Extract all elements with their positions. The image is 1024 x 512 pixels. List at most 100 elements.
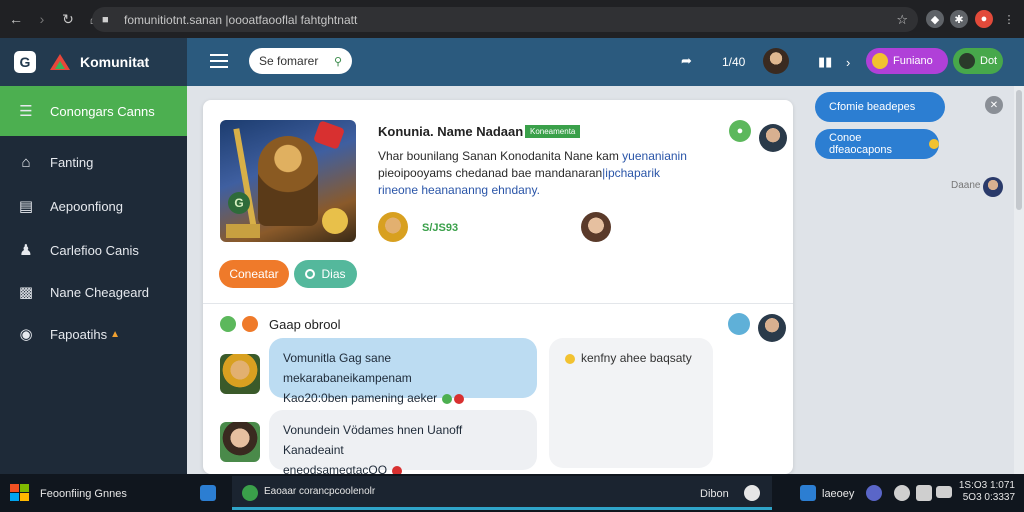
right-pill-button-1[interactable]: Cfomie beadepes <box>815 92 945 122</box>
user-avatar[interactable] <box>763 48 789 74</box>
document-icon: ▤ <box>18 198 34 215</box>
author-avatar[interactable] <box>378 212 408 242</box>
taskbar-app-label[interactable]: Feoonfiing Gnnes <box>40 488 127 500</box>
taskbar-status-2[interactable]: laeoey <box>822 488 854 500</box>
chat-message-2-line-2: eneodsamegtacOO <box>283 463 388 474</box>
tool-badge-icon <box>322 208 348 234</box>
group-icons <box>220 316 264 332</box>
post-line-1: Vhar bounilang Sanan Konodanita Nane kam <box>378 149 619 163</box>
brand-mark-icon <box>50 54 70 70</box>
app-logo-icon: G <box>14 51 36 73</box>
post-score: S/JS93 <box>422 222 459 234</box>
system-clock[interactable]: 1S:O3 1:071 5O3 0:3337 <box>957 480 1015 504</box>
discuss-label: Dias <box>321 267 346 281</box>
post-line-1-highlight: yuenanianin <box>618 149 687 163</box>
chart-icon: ☰ <box>19 103 33 120</box>
game-cover-image[interactable]: G <box>220 120 356 242</box>
search-input[interactable]: Se fomarer ⚲ <box>249 48 352 74</box>
art-label-plate <box>226 224 260 238</box>
sidebar-item-favorites[interactable]: ◉ Fapoatihs ▲ <box>0 312 187 356</box>
brand[interactable]: G Komunitat <box>0 38 187 86</box>
forward-icon[interactable]: › <box>32 9 52 29</box>
sidebar: ☰ Conongars Canns ⌂ Fanting ▤ Aepoonfion… <box>0 86 187 474</box>
emoji-icon <box>872 53 888 69</box>
sidebar-item-label: Aepoonfiong <box>50 198 124 214</box>
profile-pill-button[interactable]: Funiano <box>866 48 948 74</box>
layout-icon[interactable]: ▮▮ <box>818 54 832 70</box>
smile-emoji-icon <box>929 139 939 149</box>
warning-badge-icon: ▲ <box>110 328 120 340</box>
post-body: Vhar bounilang Sanan Konodanita Nane kam… <box>378 148 698 199</box>
green-emoji-icon <box>442 393 453 404</box>
sidebar-item-ranking[interactable]: ⌂ Fanting <box>0 140 187 184</box>
join-button[interactable]: Coneatar <box>219 260 289 288</box>
network-icon[interactable] <box>866 485 882 501</box>
sidebar-item-gallery[interactable]: ▩ Nane Cheageard <box>0 270 187 314</box>
sidebar-item-profiles[interactable]: ♟ Carlefioo Canis <box>0 228 187 272</box>
discuss-button[interactable]: Dias <box>294 260 357 288</box>
sidebar-item-communities[interactable]: ☰ Conongars Canns <box>0 86 187 136</box>
taskbar-app-icon[interactable] <box>200 485 216 501</box>
wifi-icon[interactable] <box>894 485 910 501</box>
commenter-avatar[interactable] <box>581 212 611 242</box>
side-note-card[interactable]: kenfny ahee baqsaty <box>549 338 713 468</box>
post-line-2-highlight: |ipchaparik <box>602 166 660 180</box>
taskbar-status-1[interactable]: Dibon <box>700 488 729 500</box>
chevron-right-icon[interactable]: › <box>846 55 850 70</box>
sidebar-item-label: Carlefioo Canis <box>50 242 139 258</box>
post-line-2: pieoipooyams chedanad bae mandanaran <box>378 166 603 180</box>
circle-icon <box>305 269 316 279</box>
counter-text: 1/40 <box>722 55 746 69</box>
post-title: Konunia. Name Nadaan <box>378 124 524 139</box>
share-icon[interactable]: ➦ <box>681 53 692 69</box>
taskbar-mail-icon[interactable] <box>800 485 816 501</box>
info-icon[interactable] <box>728 313 750 335</box>
address-bar[interactable]: ■ fomunitiotnt.sanan |oooatfaooflal faht… <box>92 7 918 32</box>
scrollbar-thumb[interactable] <box>1016 90 1022 210</box>
hamburger-menu-icon[interactable] <box>210 54 228 68</box>
close-icon[interactable]: ✕ <box>985 96 1003 114</box>
right-pill-button-2[interactable]: Conoe dfeaocapons <box>815 129 939 159</box>
puzzle-extension-icon[interactable]: ✱ <box>950 10 968 28</box>
section-divider <box>203 303 793 304</box>
start-menu-icon[interactable] <box>10 484 30 502</box>
chat-message-1[interactable]: Vomunitla Gag sane mekarabaneikampenam K… <box>269 338 537 405</box>
orange-group-icon <box>242 316 258 332</box>
clock-time: 1S:O3 1:071 <box>958 480 1015 491</box>
battery-icon[interactable] <box>936 486 952 498</box>
page-scrollbar[interactable] <box>1014 86 1024 474</box>
image-icon: ▩ <box>18 284 34 301</box>
home-icon: ⌂ <box>21 153 31 171</box>
sidebar-item-label: Nane Cheageard <box>50 284 150 300</box>
right-panel-label: Daane <box>951 180 981 191</box>
right-panel-avatar[interactable] <box>983 177 1003 197</box>
post-owner-avatar[interactable] <box>759 124 787 152</box>
search-icon: ⚲ <box>333 55 342 68</box>
globe-icon: ◉ <box>19 326 33 343</box>
chat-message-2[interactable]: Vonundein Vödames hnen Uanoff Kanadeaint… <box>269 410 537 474</box>
browser-menu-icon[interactable]: ⋮ <box>1000 10 1018 28</box>
clock-date: 5O3 0:3337 <box>962 492 1015 503</box>
chat-avatar-2[interactable] <box>220 422 260 462</box>
status-pill-button[interactable]: Dot <box>953 48 1003 74</box>
post-line-3: rineone heanananng ehndany. <box>378 183 540 197</box>
lock-icon: ■ <box>102 13 109 26</box>
record-icon[interactable] <box>744 485 760 501</box>
brand-name: Komunitat <box>80 54 150 70</box>
sidebar-item-reports[interactable]: ▤ Aepoonfiong <box>0 184 187 228</box>
chat-avatar-1[interactable] <box>220 354 260 394</box>
bookmark-star-icon[interactable]: ☆ <box>896 12 908 28</box>
volume-icon[interactable] <box>916 485 932 501</box>
reload-icon[interactable]: ↻ <box>58 9 78 29</box>
chat-message-2-line-1: Vonundein Vödames hnen Uanoff Kanadeaint <box>283 423 463 457</box>
status-pill-label: Dot <box>980 55 998 67</box>
profile-pill-label: Funiano <box>893 55 933 67</box>
extension-icon[interactable]: ◆ <box>926 10 944 28</box>
group-owner-avatar[interactable] <box>758 314 786 342</box>
sidebar-item-label: Conongars Canns <box>50 103 155 119</box>
profile-extension-icon[interactable]: ● <box>975 10 993 28</box>
sidebar-item-label: Fanting <box>50 154 94 170</box>
green-group-icon <box>220 316 236 332</box>
sidebar-item-label: Fapoatihs <box>50 326 108 342</box>
back-icon[interactable]: ← <box>6 9 26 29</box>
